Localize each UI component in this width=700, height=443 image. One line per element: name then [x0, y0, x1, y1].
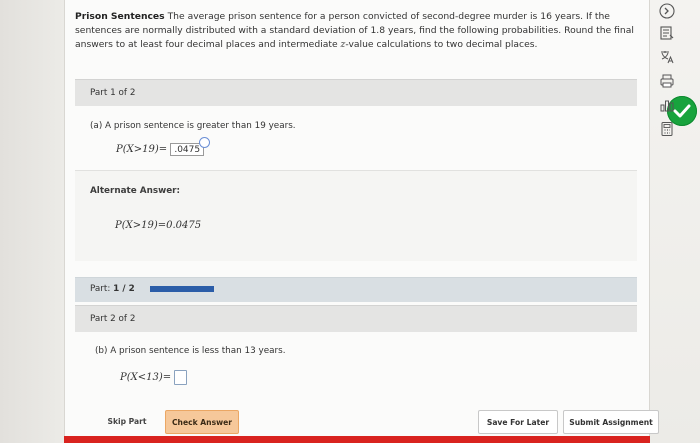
part1-answer-value: .0475 — [174, 145, 201, 155]
part1-question: (a) A prison sentence is greater than 19… — [90, 121, 296, 131]
part1-expr-text: P(X>19)= — [116, 144, 168, 155]
progress-label: Part: 1 / 2 — [90, 284, 135, 294]
part2-question: (b) A prison sentence is less than 13 ye… — [95, 346, 286, 356]
info-icon[interactable] — [199, 137, 211, 148]
part1-answer-field[interactable]: .0475 — [170, 137, 211, 156]
bottom-accent-strip — [64, 436, 650, 443]
part-progress: Part: 1 / 2 — [75, 277, 637, 302]
submit-assignment-button[interactable]: Submit Assignment — [563, 410, 659, 434]
problem-title: Prison Sentences — [75, 11, 165, 22]
sd-value: 1.8 — [370, 25, 386, 36]
ebook-icon[interactable] — [658, 24, 676, 42]
print-icon[interactable] — [658, 72, 676, 90]
check-answer-button[interactable]: Check Answer — [165, 410, 239, 434]
collapse-icon[interactable] — [658, 2, 676, 20]
part1-expression: P(X>19)= .0475 — [116, 137, 211, 156]
problem-text-1: The average prison sentence for a person… — [167, 11, 538, 22]
alternate-answer-expression: P(X>19)=0.0475 — [115, 220, 201, 231]
right-toolbar — [652, 0, 700, 443]
part2-answer-field[interactable] — [174, 370, 188, 385]
progress-prefix: Part: — [90, 284, 111, 294]
main-panel: Prison Sentences The average prison sent… — [64, 0, 697, 436]
progress-value: 1 / 2 — [113, 284, 135, 294]
save-for-later-button[interactable]: Save For Later — [478, 410, 558, 434]
problem-statement: Prison Sentences The average prison sent… — [75, 10, 645, 52]
left-margin — [0, 0, 64, 443]
skip-part-button[interactable]: Skip Part — [98, 410, 156, 434]
alternate-answer-section: Alternate Answer: P(X>19)=0.0475 — [75, 170, 637, 261]
part2-expression: P(X<13)= — [120, 370, 188, 385]
part1-header: Part 1 of 2 — [75, 79, 637, 106]
alternate-answer-text: P(X>19)=0.0475 — [115, 220, 202, 231]
progress-fill — [150, 286, 214, 292]
problem-text-4: -value calculations to two decimal place… — [345, 39, 538, 50]
part2-header-label: Part 2 of 2 — [90, 314, 136, 324]
part2-header: Part 2 of 2 — [75, 305, 637, 332]
alternate-answer-label: Alternate Answer: — [90, 186, 181, 196]
translate-icon[interactable] — [658, 48, 676, 66]
part1-header-label: Part 1 of 2 — [90, 88, 136, 98]
data-icon[interactable] — [658, 96, 676, 114]
mean-value: 16 — [540, 11, 552, 22]
part2-expr-text: P(X<13)= — [120, 372, 172, 383]
calculator-icon[interactable] — [658, 120, 676, 138]
progress-track — [150, 286, 574, 292]
